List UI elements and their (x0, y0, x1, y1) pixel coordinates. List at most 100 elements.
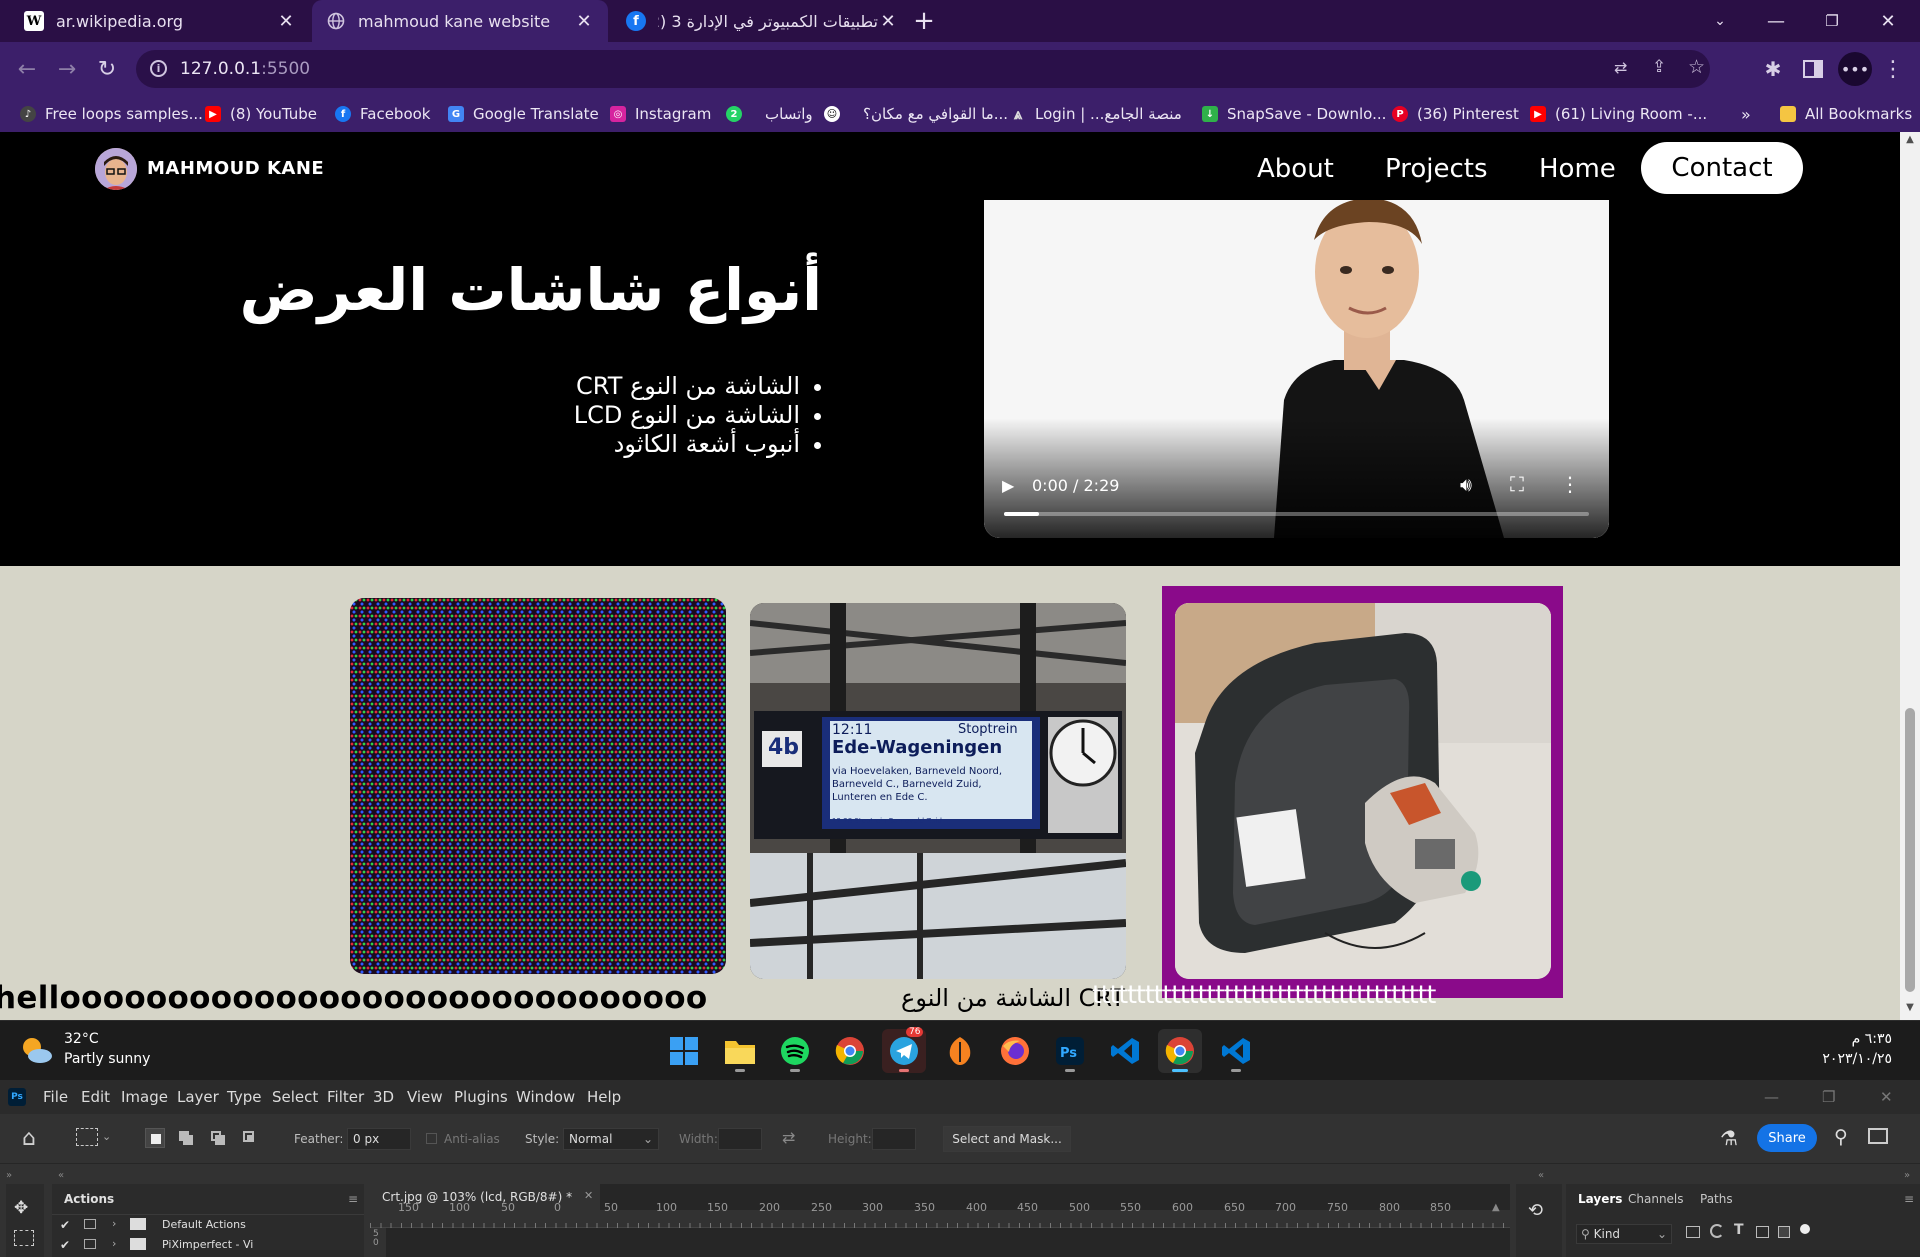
new-selection-icon[interactable] (145, 1128, 165, 1148)
chrome-icon[interactable] (828, 1029, 872, 1073)
collapse-icon[interactable]: » (6, 1170, 12, 1181)
ps-menu-image[interactable]: Image (121, 1088, 168, 1106)
scrollbar-thumb[interactable] (1905, 708, 1915, 992)
more-options-icon[interactable]: ⋮ (1560, 472, 1580, 496)
restore-icon[interactable]: ❐ (1804, 0, 1860, 42)
search-icon[interactable]: ⚲ (1834, 1126, 1848, 1148)
forward-icon[interactable]: → (52, 54, 82, 84)
ps-menu-edit[interactable]: Edit (81, 1088, 110, 1106)
play-icon[interactable]: ▶ (1002, 476, 1014, 495)
site-info-icon[interactable]: i (150, 60, 167, 77)
bookmark-item[interactable]: 2 واتساب (726, 96, 813, 132)
tab-paths[interactable]: Paths (1700, 1192, 1733, 1206)
ps-menu-file[interactable]: File (43, 1088, 68, 1106)
ps-close-icon[interactable]: ✕ (1880, 1088, 1893, 1106)
nav-about[interactable]: About (1257, 154, 1334, 184)
dialog-toggle-icon[interactable] (84, 1219, 96, 1229)
start-icon[interactable] (662, 1029, 706, 1073)
translate-page-icon[interactable]: ⇄ (1614, 58, 1627, 77)
page-scrollbar[interactable]: ▲ ▼ (1900, 132, 1920, 1020)
bookmark-item[interactable]: f Facebook (335, 96, 430, 132)
bookmark-item[interactable]: G Google Translate (448, 96, 599, 132)
type-filter-icon[interactable]: T (1734, 1222, 1744, 1238)
ps-minimize-icon[interactable]: — (1764, 1088, 1779, 1106)
image-filter-icon[interactable] (1686, 1226, 1700, 1238)
tab-layers[interactable]: Layers (1578, 1192, 1622, 1206)
action-set-item[interactable]: PiXimperfect - Vi (162, 1238, 312, 1251)
ps-menu-help[interactable]: Help (587, 1088, 621, 1106)
actions-panel-title[interactable]: Actions (64, 1192, 114, 1206)
bookmark-star-icon[interactable]: ☆ (1688, 56, 1705, 78)
close-document-icon[interactable]: ✕ (584, 1189, 593, 1202)
chevron-right-icon[interactable]: › (112, 1217, 116, 1230)
file-explorer-icon[interactable] (718, 1029, 762, 1073)
collapse-icon[interactable]: « (1538, 1170, 1544, 1181)
firefox-icon[interactable] (993, 1029, 1037, 1073)
check-icon[interactable]: ✔ (60, 1218, 70, 1232)
scroll-up-icon[interactable]: ▲ (1492, 1202, 1500, 1213)
volume-icon[interactable]: 🔊︎ (1460, 474, 1472, 496)
feather-input[interactable]: 0 px (347, 1128, 411, 1150)
panel-menu-icon[interactable]: ≡ (1904, 1192, 1914, 1206)
weather-temperature[interactable]: 32°C (64, 1031, 99, 1047)
spotify-icon[interactable] (773, 1029, 817, 1073)
vscode-icon[interactable] (1103, 1029, 1147, 1073)
profile-icon[interactable]: ••• (1838, 52, 1872, 86)
marquee-tool-icon[interactable] (14, 1230, 34, 1246)
antialias-checkbox[interactable] (426, 1133, 437, 1144)
video-player[interactable]: ▶ 0:00 / 2:29 🔊︎ ⛶ ⋮ (984, 200, 1609, 538)
marquee-tool-icon[interactable] (76, 1128, 98, 1146)
bookmark-item[interactable]: ▶ (8) YouTube (205, 96, 317, 132)
check-icon[interactable]: ✔ (60, 1238, 70, 1252)
history-icon[interactable]: ⟲ (1528, 1200, 1543, 1221)
share-button[interactable]: Share (1757, 1124, 1817, 1152)
weather-description[interactable]: Partly sunny (64, 1051, 150, 1067)
adjustment-filter-icon[interactable] (1710, 1224, 1724, 1238)
clock-time[interactable]: ٦:٣٥ م (1852, 1031, 1892, 1047)
panel-menu-icon[interactable]: ≡ (348, 1192, 358, 1206)
bookmark-item[interactable]: ☺ ما القوافي مع مكان؟... (824, 96, 1008, 132)
filter-toggle-icon[interactable] (1800, 1224, 1810, 1234)
subtract-selection-icon[interactable] (208, 1128, 228, 1148)
close-tab-icon[interactable]: ✕ (574, 11, 594, 32)
swap-icon[interactable]: ⇄ (782, 1128, 795, 1147)
photoshop-icon[interactable]: Ps (1048, 1029, 1092, 1073)
chrome-active-icon[interactable] (1158, 1029, 1202, 1073)
video-progress-track[interactable] (1004, 512, 1589, 516)
action-set-item[interactable]: Default Actions (162, 1218, 246, 1231)
tab-facebook-group[interactable]: f تطبيقات الكمبيوتر في الإدارة 3 (2) ✕ (612, 0, 912, 42)
scroll-up-icon[interactable]: ▲ (1900, 134, 1920, 150)
chevron-down-icon[interactable]: ⌄ (102, 1130, 111, 1143)
add-selection-icon[interactable] (176, 1128, 196, 1148)
ps-menu-layer[interactable]: Layer (177, 1088, 219, 1106)
reload-icon[interactable]: ↻ (92, 54, 122, 84)
avatar[interactable] (95, 148, 137, 190)
telegram-icon[interactable]: 76 (882, 1027, 926, 1073)
move-tool-icon[interactable]: ✥ (14, 1198, 28, 1218)
nav-contact-button[interactable]: Contact (1641, 142, 1803, 194)
minimize-icon[interactable]: — (1748, 0, 1804, 42)
ps-menu-type[interactable]: Type (227, 1088, 261, 1106)
bookmark-item[interactable]: ▶ (61) Living Room -... (1530, 96, 1707, 132)
close-window-icon[interactable]: ✕ (1860, 0, 1916, 42)
share-icon[interactable]: ⇪ (1652, 57, 1666, 77)
clock-date[interactable]: ٢٠٢٣/١٠/٢٥ (1822, 1051, 1892, 1067)
width-input[interactable] (718, 1128, 762, 1150)
height-input[interactable] (872, 1128, 916, 1150)
address-bar[interactable]: i 127.0.0.1:5500 ⇄ ⇪ ☆ (136, 50, 1710, 88)
all-bookmarks-folder[interactable]: All Bookmarks (1780, 96, 1912, 132)
bookmark-item[interactable]: P (36) Pinterest (1392, 96, 1519, 132)
chevron-right-icon[interactable]: › (112, 1237, 116, 1250)
ps-menu-filter[interactable]: Filter (327, 1088, 364, 1106)
side-panel-icon[interactable] (1798, 54, 1828, 84)
intersect-selection-icon[interactable] (240, 1128, 260, 1148)
shape-filter-icon[interactable] (1756, 1226, 1769, 1238)
bookmark-item[interactable]: ⩓ Login | ...منصة الجامع (1010, 96, 1182, 132)
dialog-toggle-icon[interactable] (84, 1239, 96, 1249)
more-bookmarks-button[interactable]: » (1741, 96, 1751, 132)
ps-menu-view[interactable]: View (407, 1088, 443, 1106)
site-logo-text[interactable]: MAHMOUD KANE (147, 158, 324, 179)
collapse-icon[interactable]: » (1904, 1170, 1910, 1181)
style-select[interactable]: Normal ⌄ (563, 1128, 659, 1150)
collapse-icon[interactable]: « (58, 1170, 64, 1181)
